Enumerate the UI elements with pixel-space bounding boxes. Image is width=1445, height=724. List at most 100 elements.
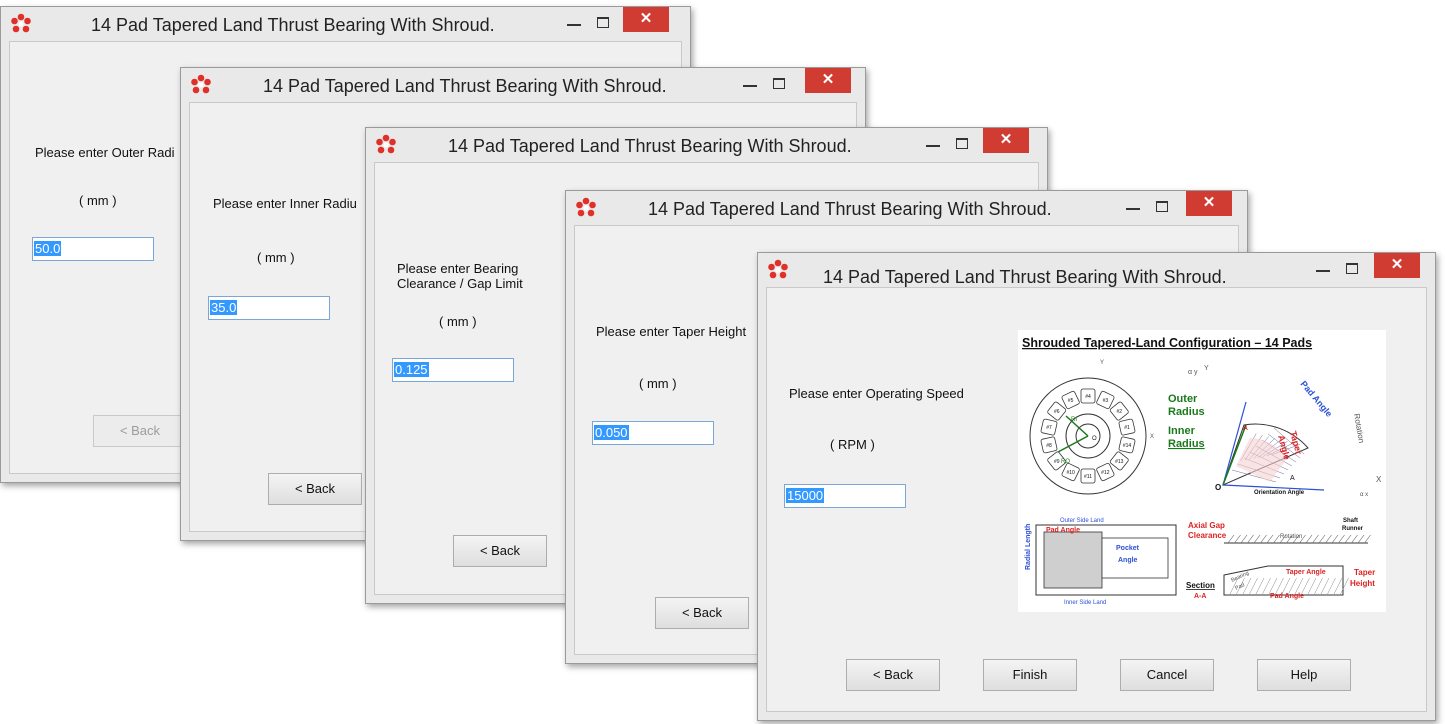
taper-height-label: Taper — [1354, 568, 1375, 577]
section-a-top: A — [1243, 425, 1248, 432]
app-icon — [376, 134, 396, 154]
origin-label: O — [1092, 436, 1097, 442]
window-title: 14 Pad Tapered Land Thrust Bearing With … — [648, 199, 1052, 219]
pad-number-label: #8 — [1046, 443, 1052, 449]
minimize-button[interactable] — [743, 85, 757, 87]
maximize-button[interactable] — [956, 138, 968, 149]
title-bar[interactable]: 14 Pad Tapered Land Thrust Bearing With … — [566, 191, 1247, 225]
input-value: 0.125 — [394, 362, 429, 377]
title-bar[interactable]: 14 Pad Tapered Land Thrust Bearing With … — [366, 128, 1047, 162]
window-title: 14 Pad Tapered Land Thrust Bearing With … — [823, 267, 1227, 287]
back-button[interactable]: < Back — [453, 535, 547, 567]
title-bar[interactable]: 14 Pad Tapered Land Thrust Bearing With … — [1, 7, 690, 41]
pad-number-label: #5 — [1068, 398, 1074, 404]
minimize-button[interactable] — [1126, 208, 1140, 210]
wizard-window-operating-speed: 14 Pad Tapered Land Thrust Bearing With … — [757, 252, 1436, 721]
runner-hatch-line — [1234, 534, 1241, 544]
back-button[interactable]: < Back — [268, 473, 362, 505]
prompt-label: Please enter Operating Speed — [789, 386, 964, 401]
title-bar[interactable]: 14 Pad Tapered Land Thrust Bearing With … — [181, 68, 865, 102]
shaft-label: Shaft — [1343, 518, 1358, 524]
pad-plan-view: Radial Length Outer Side Land Pad Angle … — [1025, 518, 1215, 606]
runner-hatch-line — [1357, 534, 1365, 544]
cancel-button[interactable]: Cancel — [1120, 659, 1214, 691]
maximize-button[interactable] — [1156, 201, 1168, 212]
axial-gap-label: Axial Gap — [1188, 521, 1225, 530]
runner-hatch-line — [1305, 534, 1313, 544]
section-a-bottom: A — [1290, 475, 1295, 482]
sector-x-label: X — [1376, 475, 1382, 484]
pad-ring: #4#3#2#1#14#13#12#11#10#9#8#7#6#5 RI RO … — [1029, 360, 1154, 495]
runner-hatch-line — [1318, 534, 1326, 544]
input-value: 35.0 — [210, 300, 238, 315]
prompt-label: Please enter Outer Radi — [35, 145, 175, 160]
maximize-button[interactable] — [597, 17, 609, 28]
sector-origin-label: O — [1215, 483, 1221, 492]
maximize-button[interactable] — [1346, 263, 1358, 274]
back-button[interactable]: < Back — [655, 597, 749, 629]
pad-number-label: #9 — [1054, 459, 1060, 465]
pad-side-view: Axial Gap Clearance Rotation Shaft Runne… — [1188, 518, 1375, 600]
diagram-title: Shrouded Tapered-Land Configuration – 14… — [1022, 336, 1312, 350]
prompt-label: Please enter Taper Height — [596, 324, 747, 339]
runner-hatch-line — [1325, 534, 1332, 544]
unit-label: ( mm ) — [439, 314, 477, 329]
operating-speed-input[interactable]: 15000 — [784, 484, 906, 508]
section-label: Section — [1186, 581, 1215, 590]
close-button[interactable]: ✕ — [1374, 253, 1420, 278]
pad-angle-bottom-label: Pad Angle — [1270, 593, 1304, 600]
clearance-label: Clearance — [1188, 531, 1227, 540]
runner-hatch-line — [1273, 534, 1280, 544]
back-button[interactable]: < Back — [93, 415, 187, 447]
close-button[interactable]: ✕ — [983, 128, 1029, 153]
close-button[interactable]: ✕ — [1186, 191, 1232, 216]
taper-height-label-2: Height — [1350, 579, 1375, 588]
app-icon — [191, 74, 211, 94]
section-aa-label: A-A — [1194, 593, 1206, 600]
x-axis-label: X — [1150, 434, 1154, 440]
minimize-button[interactable] — [926, 145, 940, 147]
finish-button[interactable]: Finish — [983, 659, 1077, 691]
app-icon — [768, 259, 788, 279]
back-button[interactable]: < Back — [846, 659, 940, 691]
help-button[interactable]: Help — [1257, 659, 1351, 691]
clearance-input[interactable]: 0.125 — [392, 358, 514, 382]
runner-hatch-line — [1338, 534, 1345, 544]
pad-number-label: #10 — [1066, 470, 1075, 476]
pad-angle-top-label: Pad Angle — [1046, 527, 1080, 534]
prompt-label-line2: Clearance / Gap Limit — [397, 276, 523, 291]
title-bar[interactable]: 14 Pad Tapered Land Thrust Bearing With … — [758, 253, 1435, 287]
pocket-label: Pocket — [1116, 545, 1140, 552]
close-button[interactable]: ✕ — [805, 68, 851, 93]
unit-label: ( mm ) — [257, 250, 295, 265]
ri-label: RI — [1071, 417, 1077, 423]
outer-label: Outer — [1168, 393, 1198, 405]
runner-hatch-line — [1227, 534, 1235, 544]
inner-side-land-label: Inner Side Land — [1064, 600, 1106, 606]
minimize-button[interactable] — [567, 24, 581, 26]
unit-label: ( mm ) — [639, 376, 677, 391]
taper-height-input[interactable]: 0.050 — [592, 421, 714, 445]
taper-angle-label: Taper Angle — [1286, 569, 1326, 576]
ro-label: RO — [1061, 459, 1070, 465]
alpha-x-label: α x — [1360, 492, 1368, 498]
outer-side-land-label: Outer Side Land — [1060, 518, 1104, 524]
close-button[interactable]: ✕ — [623, 7, 669, 32]
radial-length-label: Radial Length — [1025, 524, 1032, 570]
inner-radius-input[interactable]: 35.0 — [208, 296, 330, 320]
minimize-button[interactable] — [1316, 270, 1330, 272]
outer-radius-input[interactable]: 50.0 — [32, 237, 154, 261]
alpha-y-label: α y — [1188, 369, 1198, 376]
inner-label: Inner — [1168, 425, 1196, 437]
maximize-button[interactable] — [773, 78, 785, 89]
y-label: Y — [1204, 365, 1209, 372]
pad-number-label: #2 — [1116, 409, 1122, 415]
window-title: 14 Pad Tapered Land Thrust Bearing With … — [91, 15, 495, 35]
pad-number-label: #13 — [1115, 459, 1124, 465]
runner-hatch-line — [1240, 534, 1248, 544]
pad-number-label: #14 — [1123, 443, 1132, 449]
pad-angle-label: Pad Angle — [1298, 379, 1334, 419]
outer-radius-label: Radius — [1168, 406, 1205, 418]
runner-hatch-line — [1266, 534, 1274, 544]
unit-label: ( mm ) — [79, 193, 117, 208]
